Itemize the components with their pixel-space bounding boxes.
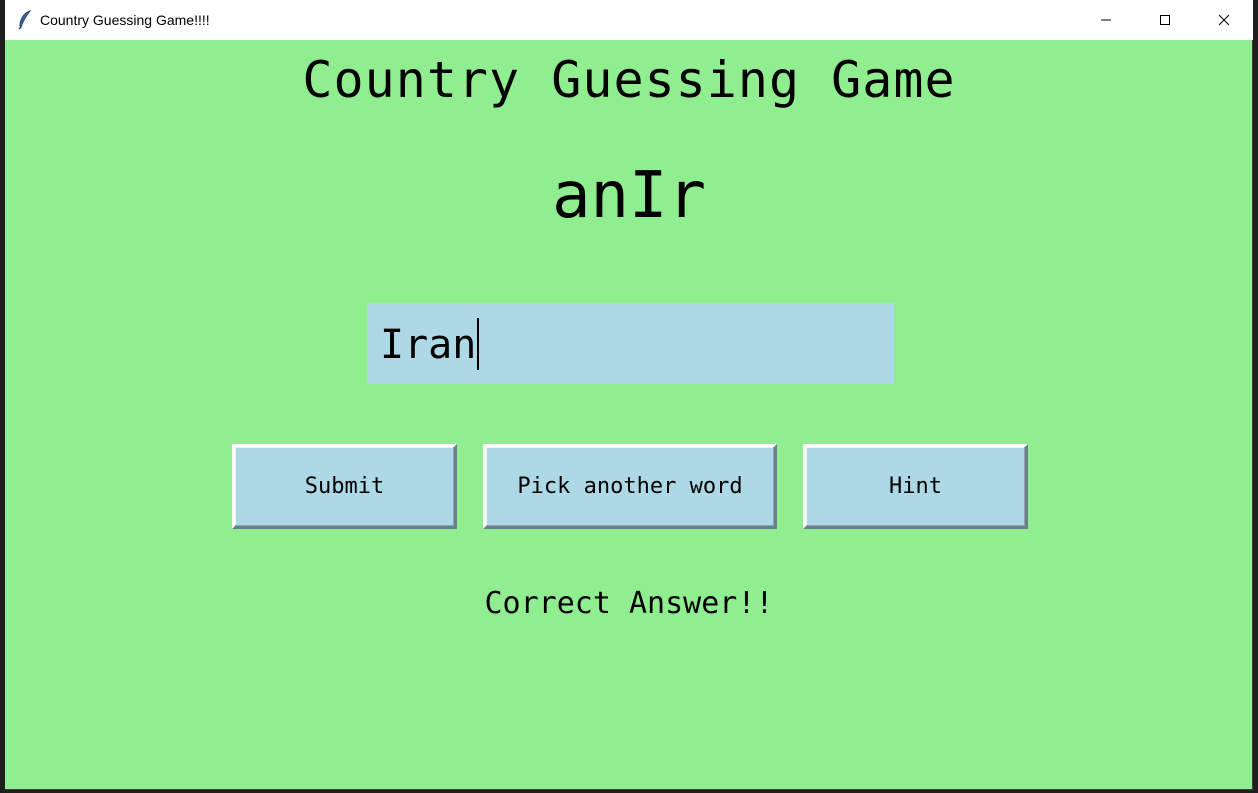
feather-icon <box>17 9 33 30</box>
pick-another-word-button[interactable]: Pick another word <box>483 444 777 529</box>
game-heading: Country Guessing Game <box>302 51 956 109</box>
close-icon <box>1218 14 1230 26</box>
title-bar[interactable]: Country Guessing Game!!!! <box>5 0 1253 40</box>
text-caret <box>477 318 480 370</box>
minimize-button[interactable] <box>1077 0 1135 40</box>
app-window: Country Guessing Game!!!! Country Guessi… <box>5 0 1253 790</box>
window-title: Country Guessing Game!!!! <box>40 12 210 28</box>
guess-input[interactable]: Iran <box>367 303 894 384</box>
game-area: Country Guessing Game anIr Iran Submit P… <box>5 40 1253 790</box>
minimize-icon <box>1100 14 1112 26</box>
guess-input-value: Iran <box>380 322 477 368</box>
scrambled-word: anIr <box>551 159 707 233</box>
maximize-button[interactable] <box>1136 0 1194 40</box>
hint-button[interactable]: Hint <box>803 444 1028 529</box>
submit-button[interactable]: Submit <box>232 444 457 529</box>
guess-input-text: Iran <box>380 318 480 370</box>
close-button[interactable] <box>1195 0 1253 40</box>
result-message: Correct Answer!! <box>484 586 774 621</box>
maximize-icon <box>1159 14 1171 26</box>
